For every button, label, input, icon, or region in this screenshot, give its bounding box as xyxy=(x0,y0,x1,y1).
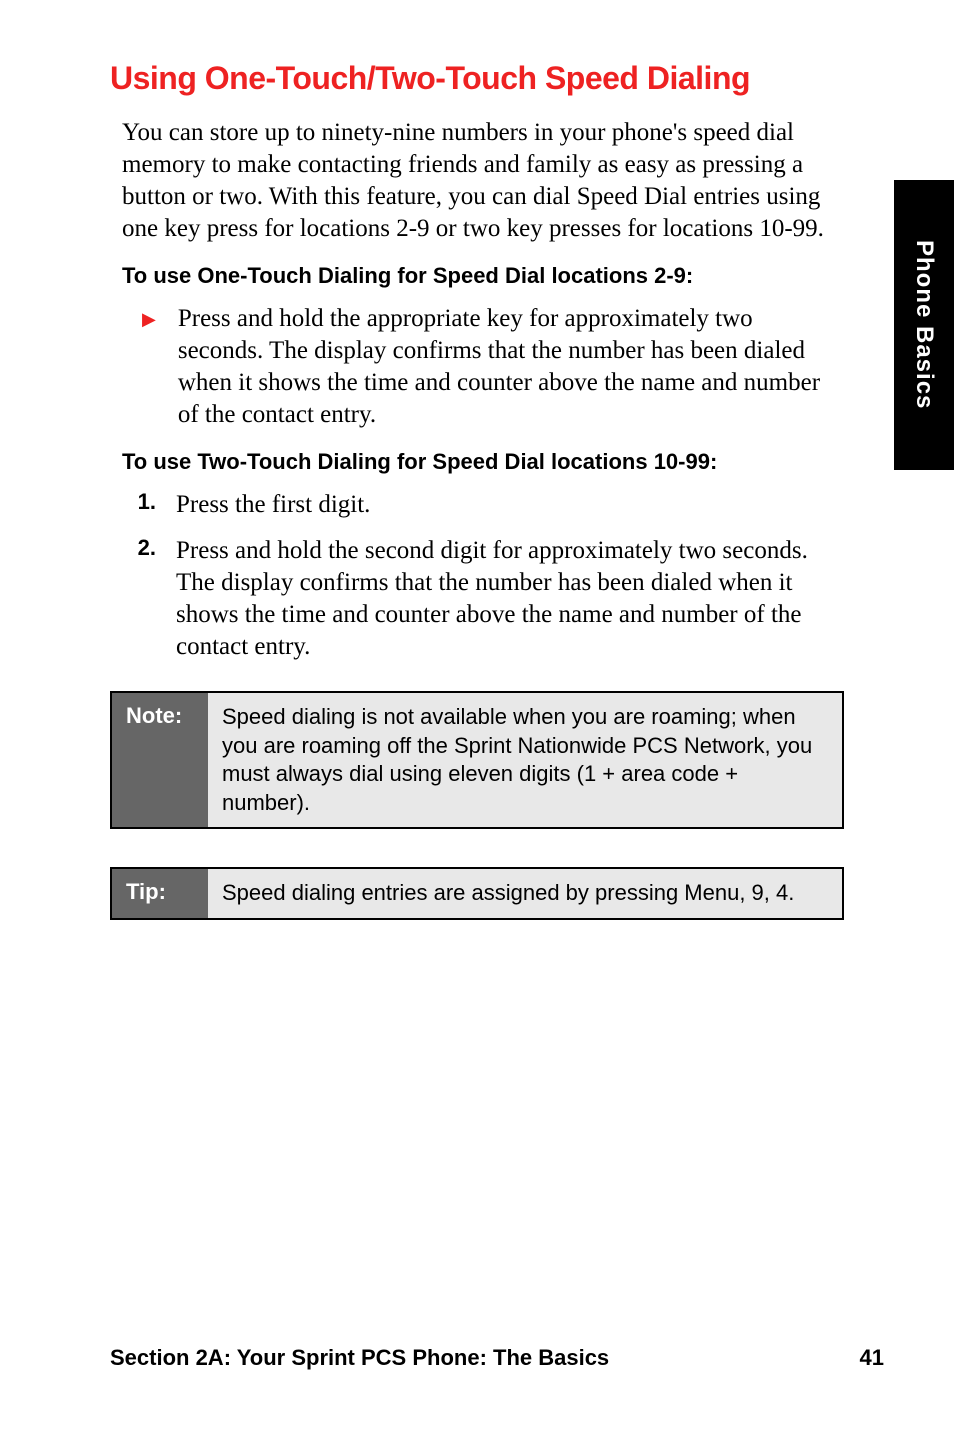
intro-paragraph: You can store up to ninety-nine numbers … xyxy=(110,117,844,245)
step-number: 1. xyxy=(128,489,156,521)
note-callout: Note: Speed dialing is not available whe… xyxy=(110,691,844,829)
footer-section-title: Section 2A: Your Sprint PCS Phone: The B… xyxy=(110,1345,609,1371)
note-text: Speed dialing is not available when you … xyxy=(208,693,842,827)
bullet-text: Press and hold the appropriate key for a… xyxy=(178,303,844,431)
tip-callout: Tip: Speed dialing entries are assigned … xyxy=(110,867,844,920)
numbered-step: 2. Press and hold the second digit for a… xyxy=(110,535,844,663)
note-label: Note: xyxy=(112,693,208,827)
main-heading: Using One-Touch/Two-Touch Speed Dialing xyxy=(110,60,844,97)
step-text: Press and hold the second digit for appr… xyxy=(176,535,844,663)
subheading-two-touch: To use Two-Touch Dialing for Speed Dial … xyxy=(110,449,844,475)
step-text: Press the first digit. xyxy=(176,489,370,521)
subheading-one-touch: To use One-Touch Dialing for Speed Dial … xyxy=(110,263,844,289)
step-number: 2. xyxy=(128,535,156,663)
tip-text: Speed dialing entries are assigned by pr… xyxy=(208,869,842,918)
numbered-step: 1. Press the first digit. xyxy=(110,489,844,521)
tip-label: Tip: xyxy=(112,869,208,918)
page-number: 41 xyxy=(860,1345,884,1371)
side-tab-label: Phone Basics xyxy=(910,240,938,409)
page-content: Using One-Touch/Two-Touch Speed Dialing … xyxy=(0,0,954,920)
triangle-bullet-icon: ▶ xyxy=(142,309,156,431)
page-footer: Section 2A: Your Sprint PCS Phone: The B… xyxy=(110,1345,884,1371)
bullet-item: ▶ Press and hold the appropriate key for… xyxy=(110,303,844,431)
side-tab: Phone Basics xyxy=(894,180,954,470)
